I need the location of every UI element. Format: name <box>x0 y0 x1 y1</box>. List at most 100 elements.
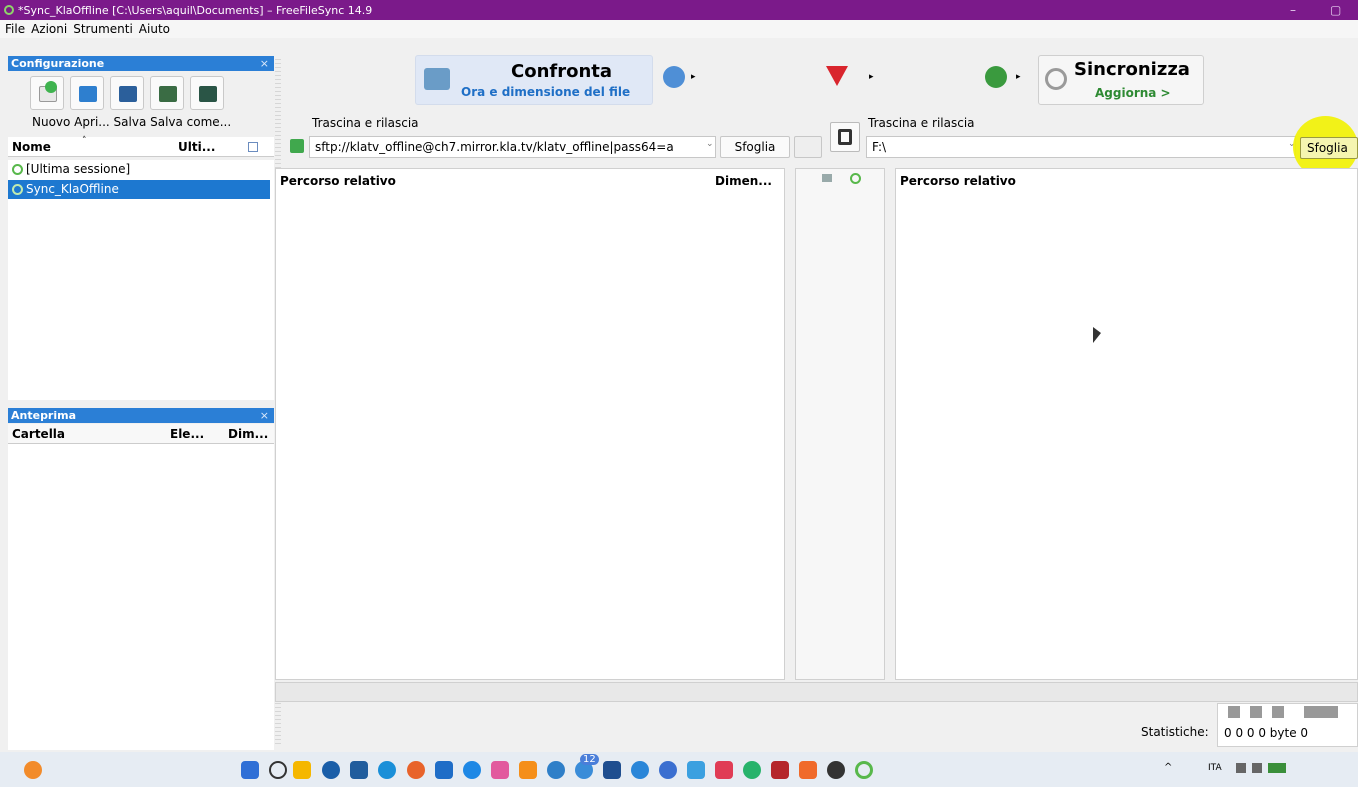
config-toolbar <box>30 72 262 114</box>
sync-subtitle: Aggiorna > <box>1095 86 1171 100</box>
config-panel-close-button[interactable]: × <box>260 56 269 71</box>
stats-label: Statistiche: <box>1141 725 1209 739</box>
app-icon[interactable] <box>350 761 368 779</box>
tray-icons[interactable] <box>1236 763 1286 773</box>
floppy-icon <box>119 86 137 102</box>
compare-icon <box>424 68 450 90</box>
preview-panel-close-button[interactable]: × <box>260 408 269 423</box>
swap-sides-button[interactable] <box>830 122 860 152</box>
filter-dropdown-icon[interactable]: ▸ <box>869 72 874 82</box>
session-item-sync-klaoffline[interactable]: Sync_KlaOffline <box>8 180 270 199</box>
checkbox-icon[interactable] <box>822 174 832 182</box>
right-drop-hint: Trascina e rilascia <box>868 116 975 130</box>
menu-file[interactable]: File <box>5 22 25 36</box>
col-nome[interactable]: Nome <box>12 137 51 157</box>
config-panel-header: Configurazione × <box>8 56 274 71</box>
left-col-size[interactable]: Dimen... <box>715 171 772 191</box>
sync-arrows-icon <box>1045 68 1067 90</box>
app-icon[interactable] <box>631 761 649 779</box>
app-icon[interactable] <box>322 761 340 779</box>
left-path-dropdown-icon[interactable]: ⌄ <box>706 139 714 149</box>
menu-aiuto[interactable]: Aiuto <box>139 22 170 36</box>
preview-list-header: Cartella Ele... Dim... <box>8 424 274 444</box>
firefox-icon[interactable] <box>407 761 425 779</box>
open-icon <box>79 86 97 102</box>
config-panel-title: Configurazione <box>11 57 105 70</box>
save-config-button[interactable] <box>110 76 144 110</box>
list-options-icon[interactable] <box>248 142 258 152</box>
vlc-icon[interactable] <box>519 761 537 779</box>
start-icon[interactable] <box>241 761 259 779</box>
skype-icon[interactable] <box>463 761 481 779</box>
col-cartella[interactable]: Cartella <box>12 424 65 444</box>
app-icon[interactable] <box>715 761 733 779</box>
session-item-last[interactable]: [Ultima sessione] <box>8 160 270 179</box>
horizontal-scrollbar[interactable] <box>275 682 1358 702</box>
col-dimensione[interactable]: Dim... <box>228 424 268 444</box>
menu-azioni[interactable]: Azioni <box>31 22 67 36</box>
mouse-cursor-icon <box>1093 327 1101 343</box>
compare-button[interactable]: Confronta Ora e dimensione del file <box>415 55 653 105</box>
freefilesync-icon[interactable] <box>855 761 873 779</box>
right-col-path[interactable]: Percorso relativo <box>900 171 1016 191</box>
compare-subtitle: Ora e dimensione del file <box>461 85 631 99</box>
open-config-button[interactable] <box>70 76 104 110</box>
filter-icon[interactable] <box>826 66 848 86</box>
sync-icon <box>12 164 23 175</box>
sort-up-icon: ˄ <box>82 136 87 146</box>
left-folder-path-input[interactable]: sftp://klatv_offline@ch7.mirror.kla.tv/k… <box>309 136 716 158</box>
explorer-icon[interactable] <box>293 761 311 779</box>
left-col-path[interactable]: Percorso relativo <box>280 171 396 191</box>
compare-settings-dropdown-icon[interactable]: ▸ <box>691 72 696 82</box>
session-label: [Ultima sessione] <box>26 162 131 176</box>
tray-chevron-icon[interactable]: ^ <box>1164 762 1172 773</box>
app-icon[interactable] <box>687 761 705 779</box>
app-icon[interactable] <box>743 761 761 779</box>
right-browse-button[interactable]: Sfoglia <box>1300 137 1358 159</box>
config-toolbar-labels: Nuovo Apri... Salva Salva come... <box>32 115 232 129</box>
left-browse-button[interactable]: Sfoglia <box>720 136 790 158</box>
notification-icon[interactable] <box>24 761 42 779</box>
sync-label: Sincronizza <box>1074 59 1190 80</box>
col-elementi[interactable]: Ele... <box>170 424 204 444</box>
notification-badge: 12 <box>580 754 599 765</box>
session-label: Sync_KlaOffline <box>26 182 119 196</box>
edge-icon[interactable] <box>378 761 396 779</box>
minimize-button[interactable]: – <box>1290 3 1296 17</box>
left-drop-hint: Trascina e rilascia <box>312 116 419 130</box>
maximize-button[interactable]: ▢ <box>1330 3 1341 17</box>
sync-direction-icon[interactable] <box>850 173 861 184</box>
app-icon[interactable] <box>659 761 677 779</box>
app-sync-icon <box>4 5 14 15</box>
add-folder-pair-icon[interactable] <box>290 139 304 153</box>
sync-button[interactable]: Sincronizza Aggiorna > <box>1038 55 1204 105</box>
config-list-header: Nome ˄ Ulti... <box>8 136 274 157</box>
right-file-grid <box>895 168 1358 680</box>
sync-settings-dropdown-icon[interactable]: ▸ <box>1016 72 1021 82</box>
compare-settings-gear-icon[interactable] <box>663 66 685 88</box>
menu-bar: File Azioni Strumenti Aiuto <box>0 20 1358 38</box>
left-file-grid <box>275 168 785 680</box>
app-icon[interactable] <box>547 761 565 779</box>
app-icon[interactable] <box>435 761 453 779</box>
language-indicator[interactable]: ITA <box>1208 763 1222 773</box>
col-ultima[interactable]: Ulti... <box>178 137 215 157</box>
menu-strumenti[interactable]: Strumenti <box>73 22 133 36</box>
right-folder-path-input[interactable]: F:\ <box>866 136 1296 158</box>
chat-icon[interactable] <box>491 761 509 779</box>
search-icon[interactable] <box>269 761 287 779</box>
preview-panel-title: Anteprima <box>11 409 77 422</box>
sync-settings-gear-icon[interactable] <box>985 66 1007 88</box>
filezilla-icon[interactable] <box>771 761 789 779</box>
stats-values: 0 0 0 0 byte 0 <box>1224 726 1309 740</box>
app-icon[interactable] <box>827 761 845 779</box>
swap-icon <box>838 129 852 145</box>
app-icon[interactable] <box>603 761 621 779</box>
brave-icon[interactable] <box>799 761 817 779</box>
new-config-button[interactable] <box>30 76 64 110</box>
save-as-batch-button[interactable] <box>190 76 224 110</box>
window-titlebar: *Sync_KlaOffline [C:\Users\aquil\Documen… <box>0 0 1358 20</box>
save-as-config-button[interactable] <box>150 76 184 110</box>
batch-icon <box>199 86 217 102</box>
left-cloud-button[interactable] <box>794 136 822 158</box>
